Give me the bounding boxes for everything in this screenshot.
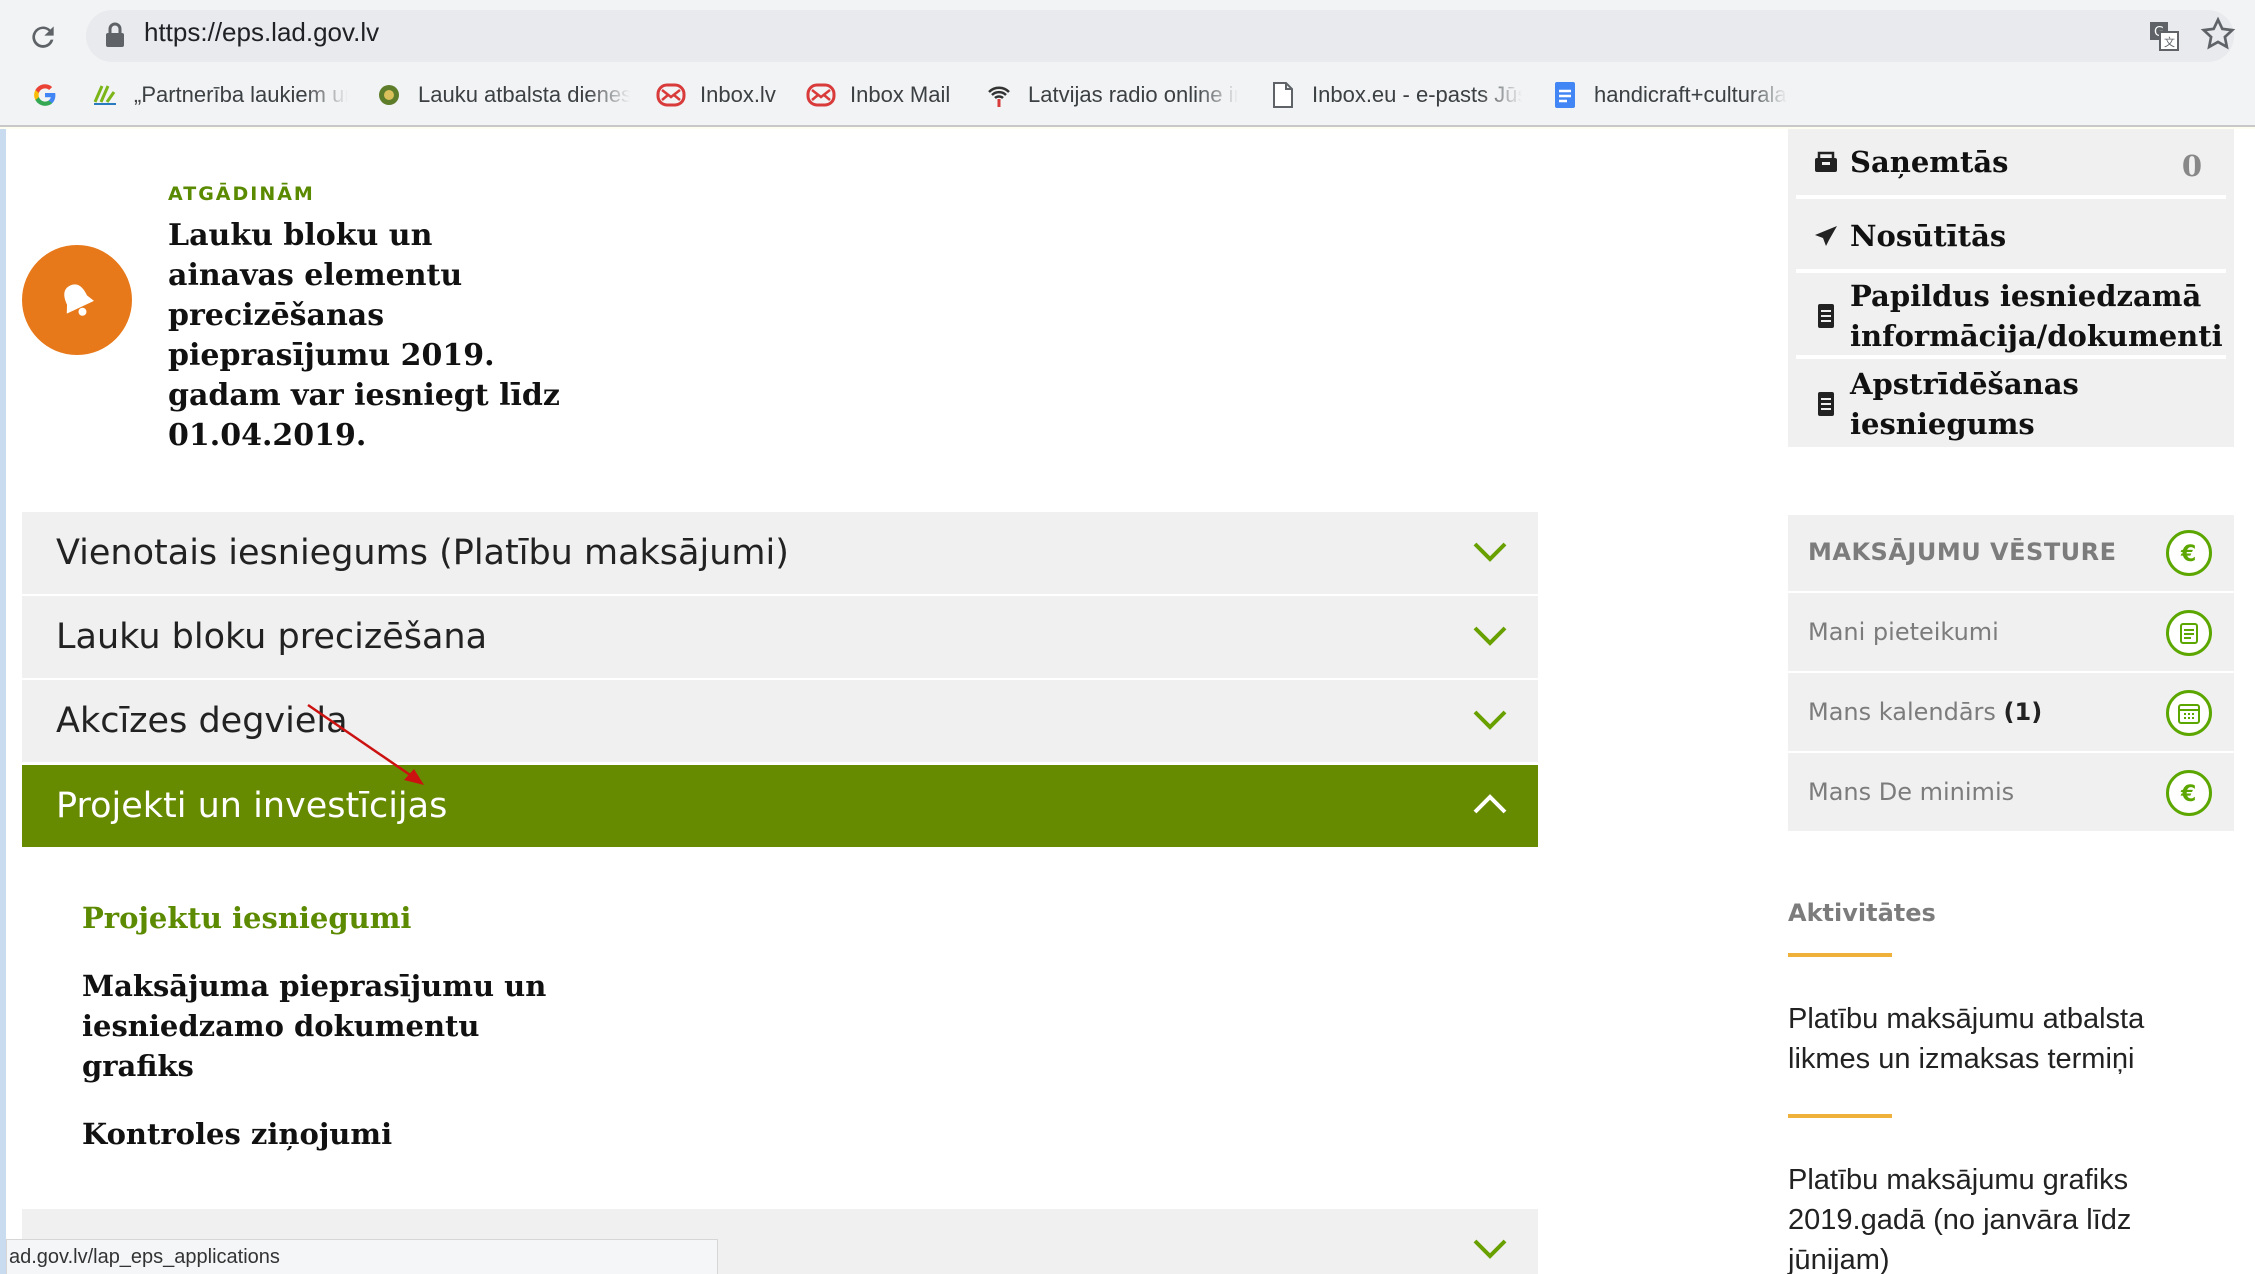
document-icon bbox=[1810, 300, 1842, 332]
lock-icon[interactable] bbox=[104, 22, 126, 48]
messages-sent[interactable]: Nosūtītās bbox=[1796, 203, 2226, 273]
url-text[interactable]: https://eps.lad.gov.lv bbox=[144, 17, 379, 48]
page-content: ATGĀDINĀM Lauku bloku un ainavas element… bbox=[6, 129, 2255, 1274]
chevron-up-icon bbox=[1473, 794, 1507, 814]
google-bookmark[interactable] bbox=[30, 78, 74, 112]
bookmark-inbox-lv[interactable]: Inbox.lv bbox=[656, 78, 776, 112]
messages-appeal[interactable]: Apstrīdēšanas iesniegums bbox=[1796, 363, 2226, 445]
docs-icon bbox=[1550, 80, 1580, 110]
reminder-text: Lauku bloku un ainavas elementu precizēš… bbox=[168, 218, 560, 453]
chevron-down-icon bbox=[1473, 710, 1507, 730]
reload-icon[interactable] bbox=[22, 16, 64, 58]
messages-inbox[interactable]: Saņemtās 0 bbox=[1796, 129, 2226, 199]
chevron-down-icon bbox=[1473, 626, 1507, 646]
calendar-count: (1) bbox=[2003, 698, 2043, 726]
accordion-lauku-bloku-precizesana[interactable]: Lauku bloku precizēšana bbox=[22, 596, 1538, 678]
bookmark-partnership[interactable]: „Partnerība laukiem un bbox=[90, 78, 348, 112]
bell-icon bbox=[22, 245, 132, 355]
messages-additional-documents[interactable]: Papildus iesniedzamā informācija/dokumen… bbox=[1796, 277, 2226, 359]
bookmark-inbox-eu[interactable]: Inbox.eu - e-pasts Jūsu bbox=[1268, 78, 1522, 112]
accordion-label: Vienotais iesniegums (Platību maksājumi) bbox=[56, 533, 789, 573]
paper-plane-icon bbox=[1810, 220, 1842, 252]
activities-divider bbox=[1788, 953, 1892, 957]
chevron-down-icon bbox=[1473, 542, 1507, 562]
bookmark-star-icon[interactable] bbox=[2200, 16, 2236, 52]
bookmark-handicraft[interactable]: handicraft+culturala bbox=[1550, 78, 1810, 112]
google-icon bbox=[30, 80, 60, 110]
quick-links-panel: MAKSĀJUMU VĒSTURE € Mani pieteikumi Mans… bbox=[1788, 515, 2234, 831]
link-payment-history[interactable]: MAKSĀJUMU VĒSTURE € bbox=[1788, 515, 2234, 593]
document-icon bbox=[1810, 388, 1842, 420]
projects-links: Projektu iesniegumi Maksājuma pieprasīju… bbox=[82, 898, 582, 1182]
activities-title: Aktivitātes bbox=[1788, 899, 1936, 927]
page-icon bbox=[1268, 80, 1298, 110]
envelope-icon bbox=[656, 80, 686, 110]
svg-text:文: 文 bbox=[2164, 35, 2175, 49]
activity-link-rates[interactable]: Platību maksājumu atbalsta likmes un izm… bbox=[1788, 999, 2228, 1079]
link-kontroles-zinojumi[interactable]: Kontroles ziņojumi bbox=[82, 1114, 582, 1154]
euro-icon: € bbox=[2166, 530, 2212, 576]
activities-divider bbox=[1788, 1114, 1892, 1118]
chevron-down-icon bbox=[1473, 1239, 1507, 1259]
link-my-calendar[interactable]: Mans kalendārs (1) bbox=[1788, 675, 2234, 753]
bookmark-inbox-mail[interactable]: Inbox Mail bbox=[806, 78, 950, 112]
calendar-icon bbox=[2166, 690, 2212, 736]
activity-link-schedule[interactable]: Platību maksājumu grafiks 2019.gadā (no … bbox=[1788, 1160, 2228, 1274]
lad-logo-icon bbox=[374, 80, 404, 110]
bookmark-latvijas-radio[interactable]: Latvijas radio online in bbox=[984, 78, 1238, 112]
accordion-akcizes-degviela[interactable]: Akcīzes degviela bbox=[22, 680, 1538, 762]
partnership-logo-icon bbox=[90, 80, 120, 110]
link-my-de-minimis[interactable]: Mans De minimis € bbox=[1788, 755, 2234, 833]
euro-icon: € bbox=[2166, 770, 2212, 816]
envelope-icon bbox=[806, 80, 836, 110]
inbox-icon bbox=[1810, 146, 1842, 178]
accordion-label: Lauku bloku precizēšana bbox=[56, 617, 488, 657]
bookmark-lad[interactable]: Lauku atbalsta dienests bbox=[374, 78, 630, 112]
clipboard-icon bbox=[2166, 610, 2212, 656]
annotation-arrow bbox=[307, 703, 424, 785]
link-maksajuma-pieprasijumu-grafiks[interactable]: Maksājuma pieprasījumu un iesniedzamo do… bbox=[82, 966, 582, 1086]
accordion-vienotais-iesniegums[interactable]: Vienotais iesniegums (Platību maksājumi) bbox=[22, 512, 1538, 594]
address-bar[interactable] bbox=[86, 10, 2234, 62]
accordion-projekti-un-investicijas[interactable]: Projekti un investīcijas bbox=[22, 765, 1538, 847]
browser-chrome: https://eps.lad.gov.lv G文 „Partnerība la… bbox=[0, 0, 2255, 127]
messages-panel: Saņemtās 0 Nosūtītās Papildus iesniedzam… bbox=[1788, 129, 2234, 447]
inbox-count: 0 bbox=[2181, 149, 2202, 183]
svg-text:€: € bbox=[2180, 542, 2196, 567]
link-my-applications[interactable]: Mani pieteikumi bbox=[1788, 595, 2234, 673]
svg-text:€: € bbox=[2180, 782, 2196, 807]
status-bar-url: ad.gov.lv/lap_eps_applications bbox=[6, 1239, 718, 1274]
radio-icon bbox=[984, 80, 1014, 110]
link-projektu-iesniegumi[interactable]: Projektu iesniegumi bbox=[82, 898, 582, 938]
translate-icon[interactable]: G文 bbox=[2148, 20, 2180, 52]
reminder-label: ATGĀDINĀM bbox=[168, 183, 315, 205]
